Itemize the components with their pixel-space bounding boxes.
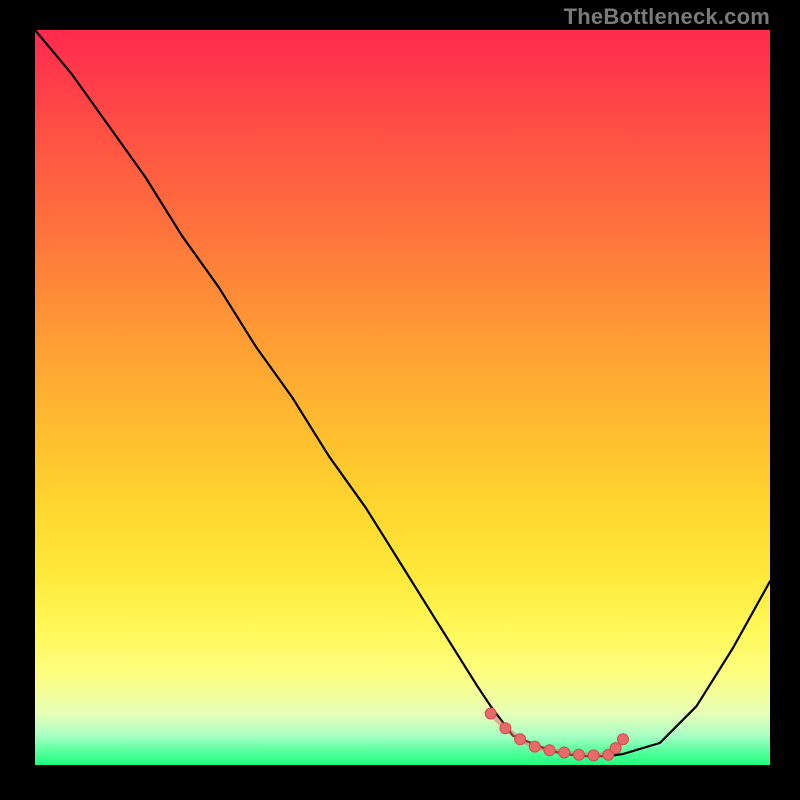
chart-frame: TheBottleneck.com (0, 0, 800, 800)
curve-path (35, 30, 770, 756)
flat-marker (500, 723, 511, 734)
flat-marker (588, 750, 599, 761)
flat-marker (544, 745, 555, 756)
flat-segment-stroke (491, 714, 623, 756)
flat-marker (610, 743, 621, 754)
flat-marker (573, 749, 584, 760)
flat-marker (485, 708, 496, 719)
flat-marker (515, 734, 526, 745)
bottleneck-curve (35, 30, 770, 765)
flat-marker (529, 741, 540, 752)
flat-marker (559, 747, 570, 758)
plot-area (35, 30, 770, 765)
flat-marker (618, 734, 629, 745)
flat-segment-markers (485, 708, 628, 761)
watermark-text: TheBottleneck.com (564, 4, 770, 30)
